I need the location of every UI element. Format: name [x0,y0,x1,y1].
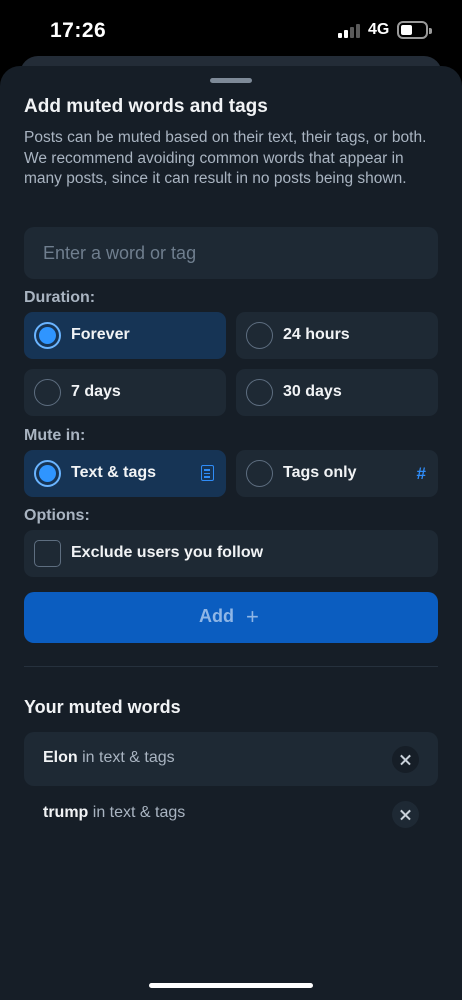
muted-words-sheet: Add muted words and tags Posts can be mu… [0,66,462,1000]
mute-in-option-label: Text & tags [71,464,157,481]
duration-option-label: Forever [71,326,130,343]
muted-word-scope: in text & tags [82,749,175,766]
document-icon [201,465,214,481]
muted-word-item: trump in text & tags [24,787,438,841]
remove-muted-word-button[interactable] [392,801,419,828]
radio-unselected [246,379,273,406]
duration-option-30-days[interactable]: 30 days [236,369,438,416]
duration-option-forever[interactable]: Forever [24,312,226,359]
home-indicator[interactable] [149,983,313,988]
radio-unselected [246,322,273,349]
plus-icon: + [246,604,259,629]
status-bar: 17:26 4G [0,0,462,56]
mute-in-label: Mute in: [24,427,86,444]
sheet-grabber[interactable] [210,78,252,83]
sheet-description: Posts can be muted based on their text, … [24,129,427,187]
remove-muted-word-button[interactable] [392,746,419,773]
duration-option-label: 7 days [71,383,121,400]
hash-icon: # [416,464,426,483]
radio-unselected [34,379,61,406]
options-label: Options: [24,507,90,524]
exclude-following-toggle[interactable]: Exclude users you follow [24,530,438,577]
muted-word: Elon [43,749,78,766]
duration-label: Duration: [24,289,96,306]
mute-in-option-label: Tags only [283,464,357,481]
checkbox[interactable] [34,540,61,567]
divider [24,666,438,667]
network-type: 4G [368,21,390,38]
mute-in-option-text-and-tags[interactable]: Text & tags [24,450,226,497]
muted-word-item: Elon in text & tags [24,732,438,786]
duration-option-7-days[interactable]: 7 days [24,369,226,416]
muted-words-title: Your muted words [24,697,181,717]
muted-word-scope: in text & tags [92,804,186,821]
battery-icon [397,21,432,39]
radio-unselected [246,460,273,487]
duration-option-24-hours[interactable]: 24 hours [236,312,438,359]
status-time: 17:26 [50,19,107,42]
duration-option-label: 24 hours [283,326,350,343]
word-or-tag-input[interactable] [24,227,438,279]
signal-icon [338,24,362,38]
exclude-following-label: Exclude users you follow [71,544,264,561]
add-button-label: Add [199,606,234,626]
add-button[interactable]: Add + [24,592,438,643]
sheet-title: Add muted words and tags [24,96,268,117]
radio-selected [34,460,61,487]
radio-selected [34,322,61,349]
duration-option-label: 30 days [283,383,342,400]
muted-word: trump [43,804,89,821]
mute-in-option-tags-only[interactable]: Tags only # [236,450,438,497]
